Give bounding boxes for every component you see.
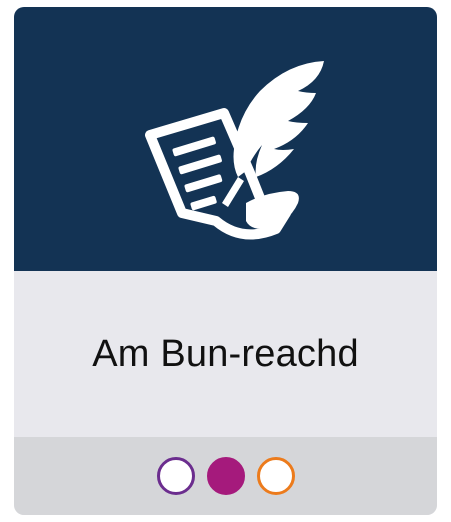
topic-card[interactable]: Am Bun-reachd xyxy=(14,7,437,515)
indicator-purple[interactable] xyxy=(156,457,195,495)
card-title: Am Bun-reachd xyxy=(92,332,359,375)
card-title-area: Am Bun-reachd xyxy=(14,271,437,437)
indicator-orange[interactable] xyxy=(256,457,295,495)
card-hero xyxy=(14,7,437,271)
card-footer xyxy=(14,437,437,515)
scroll-quill-icon xyxy=(145,61,324,240)
indicator-magenta[interactable] xyxy=(206,457,245,495)
